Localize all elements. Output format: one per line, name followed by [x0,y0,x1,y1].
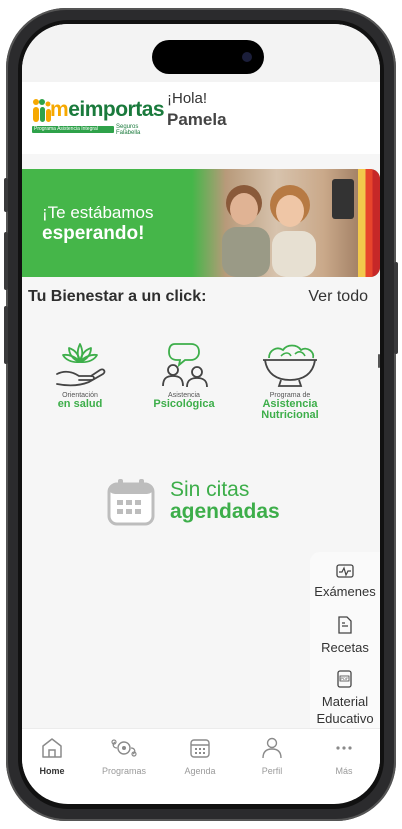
app-content: meimportas Programa Asistencia Integral … [22,82,380,782]
empty-appointments: Sin citas agendadas [104,474,334,534]
brand-logo[interactable]: meimportas Programa Asistencia Integral … [32,94,165,138]
service-psychological[interactable]: Asistencia Psicológica [134,340,234,410]
quick-educational[interactable]: PDF Material Educativo [310,670,380,727]
tab-profile[interactable]: Perfil [236,737,308,776]
home-icon [42,738,62,758]
tab-more[interactable]: Más [308,737,380,776]
calendar-empty-icon [107,479,155,526]
salad-bowl-icon [263,344,317,387]
lotus-hand-icon [56,343,106,387]
side-button [4,306,8,364]
quick-label-line1: Material [321,694,369,709]
tab-label: Perfil [261,766,283,776]
carousel-peek [378,354,380,368]
header: meimportas Programa Asistencia Integral … [22,82,380,154]
people-chat-icon [162,343,208,388]
brand-stripes [358,169,380,277]
banner-line1: ¡Te estábamos [42,203,154,222]
family-logo-icon [33,99,51,122]
svg-text:PDF: PDF [341,676,350,681]
service-label: Psicológica [153,398,215,410]
photo-illustration [222,179,354,277]
couple-photo [192,169,380,277]
quick-label-line2: Educativo [316,711,374,726]
empty-message-line1: Sin citas [170,478,250,501]
user-icon [262,737,282,759]
quick-exams[interactable]: Exámenes [310,564,380,600]
quick-label: Exámenes [314,584,376,599]
tab-label: Agenda [184,766,216,776]
quick-prescriptions[interactable]: Recetas [310,616,380,656]
side-button [4,178,8,212]
more-icon [336,746,352,750]
prescription-icon [338,616,352,634]
tab-bar: Home Programas Agenda Perfil Más [22,728,380,799]
banner-line2: esperando! [42,223,145,244]
camera-icon [242,52,252,62]
user-name: Pamela [167,110,227,129]
calendar-icon [190,739,210,758]
app-screen: meimportas Programa Asistencia Integral … [22,24,380,804]
see-all-link[interactable]: Ver todo [308,288,368,306]
tab-label: Home [39,766,65,776]
programs-icon [111,739,137,757]
brand-wordmark: meimportas [50,98,165,121]
empty-message-line2: agendadas [170,500,280,523]
quick-label: Recetas [321,640,369,655]
tab-label: Programas [101,766,146,776]
wellness-title: Tu Bienestar a un click: [28,288,207,305]
tab-label: Más [335,766,353,776]
service-health-orientation[interactable]: Orientación en salud [30,340,130,410]
chart-doc-icon [336,564,354,578]
dynamic-island [152,40,264,74]
tab-agenda[interactable]: Agenda [164,737,236,776]
service-label: en salud [57,398,103,410]
side-button [4,232,8,290]
tab-home[interactable]: Home [22,737,88,776]
tab-programs[interactable]: Programas [88,737,160,776]
service-label-line2: Nutricional [261,409,319,421]
side-button [394,262,398,354]
brand-tagline: Programa Asistencia Integral [34,126,98,132]
pdf-icon: PDF [337,670,352,688]
greeting: ¡Hola! [167,90,208,107]
promo-banner[interactable]: ¡Te estábamos esperando! [22,169,380,277]
service-nutrition[interactable]: Programa de Asistencia Nutricional [240,340,340,421]
partner-logo: Seguros Falabella [116,124,141,136]
